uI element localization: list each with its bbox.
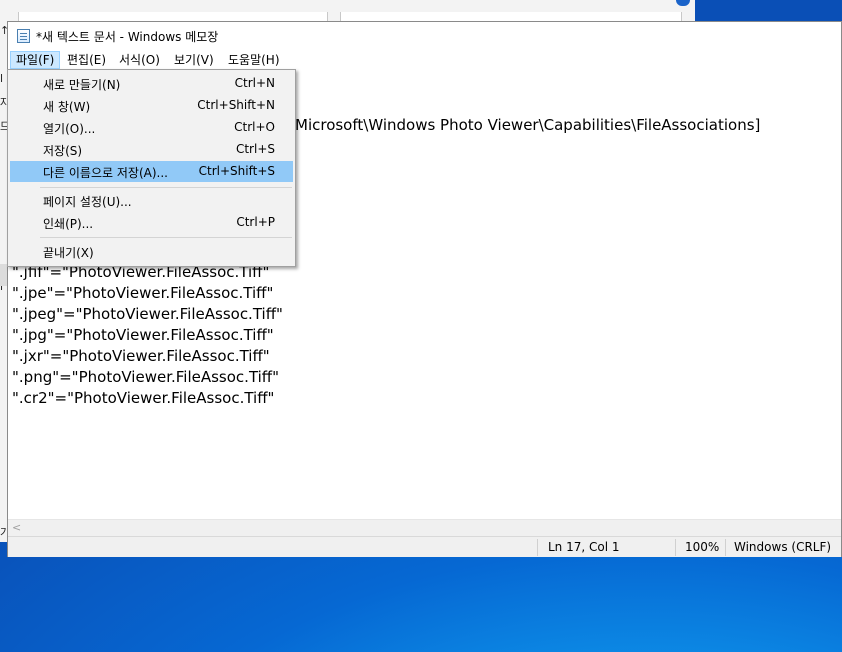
menu-item-save-as[interactable]: 다른 이름으로 저장(A)... Ctrl+Shift+S [10,161,293,182]
help-icon [676,0,690,6]
menu-item-shortcut: Ctrl+Shift+N [197,98,275,112]
menu-view[interactable]: 보기(V) [169,51,219,69]
menu-item-open[interactable]: 열기(O)... Ctrl+O [10,117,293,138]
menu-item-shortcut: Ctrl+S [235,142,275,156]
file-menu-dropdown: 새로 만들기(N) Ctrl+N 새 창(W) Ctrl+Shift+N 열기(… [7,69,296,267]
menu-item-page-setup[interactable]: 페이지 설정(U)... [10,190,293,211]
title-bar[interactable]: *새 텍스트 문서 - Windows 메모장 [8,22,841,50]
status-bar: Ln 17, Col 1 100% Windows (CRLF) [8,536,841,557]
editor-line: ".jxr"="PhotoViewer.FileAssoc.Tiff" [12,347,270,365]
menu-item-label: 인쇄(P)... [43,217,94,231]
status-divider [537,539,538,556]
status-divider [675,539,676,556]
editor-line: ".png"="PhotoViewer.FileAssoc.Tiff" [12,368,280,386]
status-divider [725,539,726,556]
menu-item-shortcut: Ctrl+N [234,76,275,90]
menu-file[interactable]: 파일(F) [10,51,61,69]
menu-item-label: 다른 이름으로 저장(A)... [43,166,168,180]
menu-item-print[interactable]: 인쇄(P)... Ctrl+P [10,212,293,233]
menu-item-new[interactable]: 새로 만들기(N) Ctrl+N [10,73,293,94]
menu-edit[interactable]: 편집(E) [62,51,111,69]
menu-separator [40,187,292,188]
window-title: *새 텍스트 문서 - Windows 메모장 [36,30,219,44]
menu-item-label: 저장(S) [43,144,83,158]
background-char: l [0,72,4,85]
menu-item-label: 끝내기(X) [43,246,94,260]
menu-item-save[interactable]: 저장(S) Ctrl+S [10,139,293,160]
menu-item-label: 페이지 설정(U)... [43,195,132,209]
status-zoom: 100% [685,540,720,554]
menu-help[interactable]: 도움말(H) [223,51,285,69]
menu-format[interactable]: 서식(O) [114,51,165,69]
menu-item-label: 새 창(W) [43,100,91,114]
background-window [0,0,695,25]
menu-item-shortcut: Ctrl+Shift+S [198,164,275,178]
status-encoding: Windows (CRLF) [734,540,832,554]
menu-separator [40,237,292,238]
chevron-left-icon[interactable]: < [12,521,21,534]
status-position: Ln 17, Col 1 [548,540,620,554]
editor-line: ".jpe"="PhotoViewer.FileAssoc.Tiff" [12,284,274,302]
menu-item-shortcut: Ctrl+O [234,120,275,134]
menu-item-exit[interactable]: 끝내기(X) [10,241,293,262]
editor-line: ".cr2"="PhotoViewer.FileAssoc.Tiff" [12,389,275,407]
menu-item-shortcut: Ctrl+P [236,215,275,229]
menu-bar: 파일(F) 편집(E) 서식(O) 보기(V) 도움말(H) [8,50,841,70]
horizontal-scrollbar[interactable]: < [8,519,841,537]
editor-line: ".jpeg"="PhotoViewer.FileAssoc.Tiff" [12,305,283,323]
menu-item-label: 열기(O)... [43,122,96,136]
editor-line: ".jpg"="PhotoViewer.FileAssoc.Tiff" [12,326,274,344]
menu-item-new-window[interactable]: 새 창(W) Ctrl+Shift+N [10,95,293,116]
editor-line: Microsoft\Windows Photo Viewer\Capabilit… [295,116,761,134]
notepad-icon [17,29,30,43]
menu-item-label: 새로 만들기(N) [43,78,121,92]
